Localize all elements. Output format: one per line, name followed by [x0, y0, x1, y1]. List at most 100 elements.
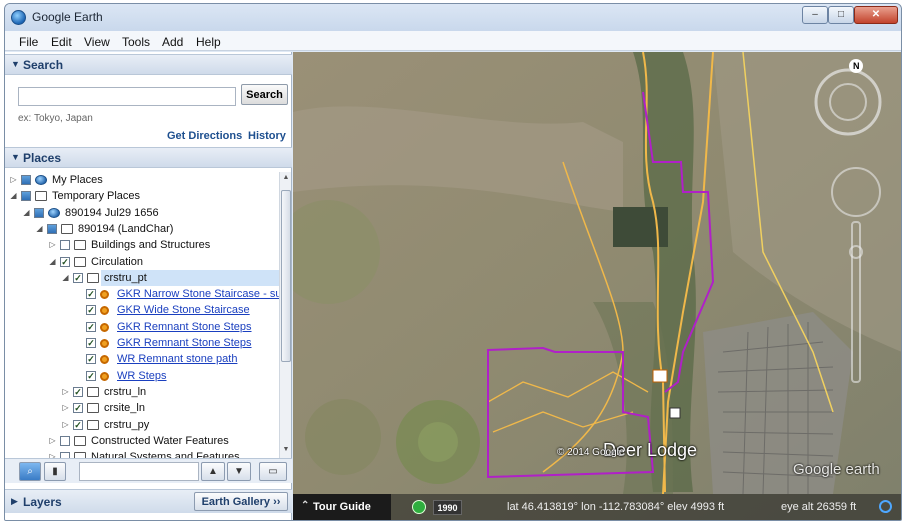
compass-north-label[interactable]: N — [853, 61, 860, 71]
places-tree-label[interactable]: GKR Remnant Stone Steps — [117, 335, 252, 351]
places-tree-row[interactable]: ▷ My Places — [5, 172, 279, 188]
visibility-checkbox[interactable] — [86, 305, 96, 316]
places-tree-label[interactable]: WR Remnant stone path — [117, 351, 237, 367]
expand-arrow-icon[interactable]: ▷ — [48, 237, 57, 253]
menu-tools[interactable]: Tools — [122, 35, 150, 49]
visibility-checkbox[interactable] — [86, 321, 96, 332]
collapse-arrow-icon[interactable]: ◢ — [9, 188, 18, 204]
tour-guide-button[interactable]: ⌃ Tour Guide — [293, 494, 391, 520]
places-tree-row[interactable]: WR Remnant stone path — [5, 351, 279, 367]
collapse-arrow-icon[interactable]: ◢ — [35, 221, 44, 237]
places-tree-label: crsite_ln — [104, 402, 145, 415]
places-tree-row[interactable]: WR Steps — [5, 368, 279, 384]
places-scrollbar[interactable]: ▲ ▼ — [279, 172, 291, 458]
expand-arrow-icon[interactable]: ▷ — [48, 433, 57, 449]
expand-arrow-icon[interactable]: ▷ — [61, 417, 70, 433]
places-tree-row[interactable]: GKR Remnant Stone Steps — [5, 335, 279, 351]
places-tree-label[interactable]: GKR Narrow Stone Staircase - su — [117, 286, 279, 302]
places-tree[interactable]: ▷ My Places ◢ Temporary Places ◢ 890194 Jul29… — [5, 172, 279, 458]
menu-edit[interactable]: Edit — [51, 35, 72, 49]
collapse-icon: ▼ — [11, 152, 20, 162]
visibility-checkbox[interactable] — [73, 386, 83, 397]
search-places-icon[interactable]: ⌕ — [19, 462, 41, 481]
places-tree-label: Natural Systems and Features — [91, 451, 240, 458]
places-tree-label: Constructed Water Features — [91, 434, 229, 447]
menu-add[interactable]: Add — [162, 35, 183, 49]
places-tree-row[interactable]: GKR Narrow Stone Staircase - su — [5, 286, 279, 302]
places-tree-label[interactable]: GKR Wide Stone Staircase — [117, 302, 250, 318]
collapse-arrow-icon[interactable]: ◢ — [22, 205, 31, 221]
imagery-year-badge[interactable]: 1990 — [433, 500, 462, 515]
scrollbar-thumb[interactable] — [281, 190, 291, 362]
close-button[interactable]: ✕ — [854, 6, 898, 24]
visibility-checkbox[interactable] — [60, 240, 70, 251]
places-tree-row[interactable]: ▷ Natural Systems and Features — [5, 449, 279, 458]
visibility-checkbox[interactable] — [47, 223, 57, 234]
minimize-button[interactable]: – — [802, 6, 828, 24]
chevron-up-icon: ⌃ — [301, 500, 310, 511]
map-view[interactable]: N Deer Lodge © 2014 Google Google earth … — [293, 52, 901, 520]
folder-icon — [74, 435, 86, 446]
expand-arrow-icon[interactable]: ▷ — [61, 384, 70, 400]
menu-view[interactable]: View — [84, 35, 110, 49]
search-button[interactable]: Search — [241, 84, 288, 105]
folder-open-icon — [87, 272, 99, 283]
placemark-icon — [100, 355, 109, 365]
panel-toggle-icon[interactable]: ▮ — [44, 462, 66, 481]
places-tree-label[interactable]: WR Steps — [117, 368, 167, 384]
scroll-up-icon[interactable]: ▲ — [280, 174, 292, 181]
places-panel-header[interactable]: ▼ Places — [5, 147, 292, 168]
visibility-checkbox[interactable] — [86, 338, 96, 348]
places-tree-label[interactable]: GKR Remnant Stone Steps — [117, 319, 252, 335]
places-tree-row[interactable]: ◢ crstru_pt — [62, 269, 279, 286]
menu-help[interactable]: Help — [196, 35, 221, 49]
collapse-arrow-icon[interactable]: ◢ — [61, 270, 70, 286]
visibility-checkbox[interactable] — [73, 403, 83, 414]
visibility-checkbox[interactable] — [34, 207, 44, 218]
places-filter-field[interactable] — [79, 462, 199, 481]
search-panel-header[interactable]: ▼ Search — [5, 54, 292, 75]
expand-arrow-icon[interactable]: ▷ — [9, 172, 18, 188]
visibility-checkbox[interactable] — [60, 435, 70, 446]
scroll-down-icon[interactable]: ▼ — [280, 446, 292, 453]
move-up-button[interactable]: ▲ — [201, 462, 225, 481]
places-tree-row[interactable]: ◢ 890194 Jul29 1656 — [5, 205, 279, 221]
maximize-button[interactable]: □ — [828, 6, 854, 24]
historical-imagery-clock-icon[interactable] — [412, 500, 426, 514]
earth-gallery-button[interactable]: Earth Gallery ›› — [194, 492, 288, 511]
search-input[interactable] — [18, 87, 236, 106]
places-tree-row[interactable]: ▷ Buildings and Structures — [5, 237, 279, 253]
folder-open-icon — [35, 191, 47, 202]
visibility-checkbox[interactable] — [86, 289, 96, 300]
move-down-button[interactable]: ▼ — [227, 462, 251, 481]
expand-arrow-icon[interactable]: ▷ — [48, 449, 57, 458]
visibility-checkbox[interactable] — [73, 419, 83, 430]
places-tree-label: Temporary Places — [52, 190, 141, 203]
visibility-checkbox[interactable] — [21, 191, 31, 202]
history-link[interactable]: History — [248, 130, 286, 142]
places-tree-row[interactable]: GKR Wide Stone Staircase — [5, 302, 279, 318]
menu-file[interactable]: File — [19, 35, 38, 49]
expand-arrow-icon[interactable]: ▷ — [61, 400, 70, 416]
visibility-checkbox[interactable] — [86, 370, 96, 381]
places-tree-row[interactable]: ◢ 890194 (LandChar) — [5, 221, 279, 237]
window-title: Google Earth — [32, 10, 103, 24]
visibility-checkbox[interactable] — [21, 175, 31, 185]
visibility-checkbox[interactable] — [73, 272, 83, 283]
layers-panel-header[interactable]: ▶ Layers Earth Gallery ›› — [5, 489, 292, 513]
collapse-arrow-icon[interactable]: ◢ — [48, 254, 57, 270]
folder-open-icon — [61, 223, 73, 234]
places-tree-row[interactable]: ▷ crstru_ln — [5, 384, 279, 400]
places-tree-row[interactable]: ▷ Constructed Water Features — [5, 433, 279, 449]
places-tree-row[interactable]: ▷ crstru_py — [5, 417, 279, 433]
places-tree-row[interactable]: GKR Remnant Stone Steps — [5, 319, 279, 335]
visibility-checkbox[interactable] — [60, 256, 70, 267]
tour-guide-label: Tour Guide — [313, 501, 371, 513]
visibility-checkbox[interactable] — [86, 354, 96, 365]
get-directions-link[interactable]: Get Directions — [167, 130, 242, 142]
places-tree-row[interactable]: ◢ Circulation — [5, 254, 279, 270]
places-tree-row[interactable]: ▷ crsite_ln — [5, 400, 279, 416]
add-folder-button[interactable]: ▭ — [259, 462, 287, 481]
placemark-icon — [100, 339, 109, 348]
places-tree-row[interactable]: ◢ Temporary Places — [5, 188, 279, 204]
